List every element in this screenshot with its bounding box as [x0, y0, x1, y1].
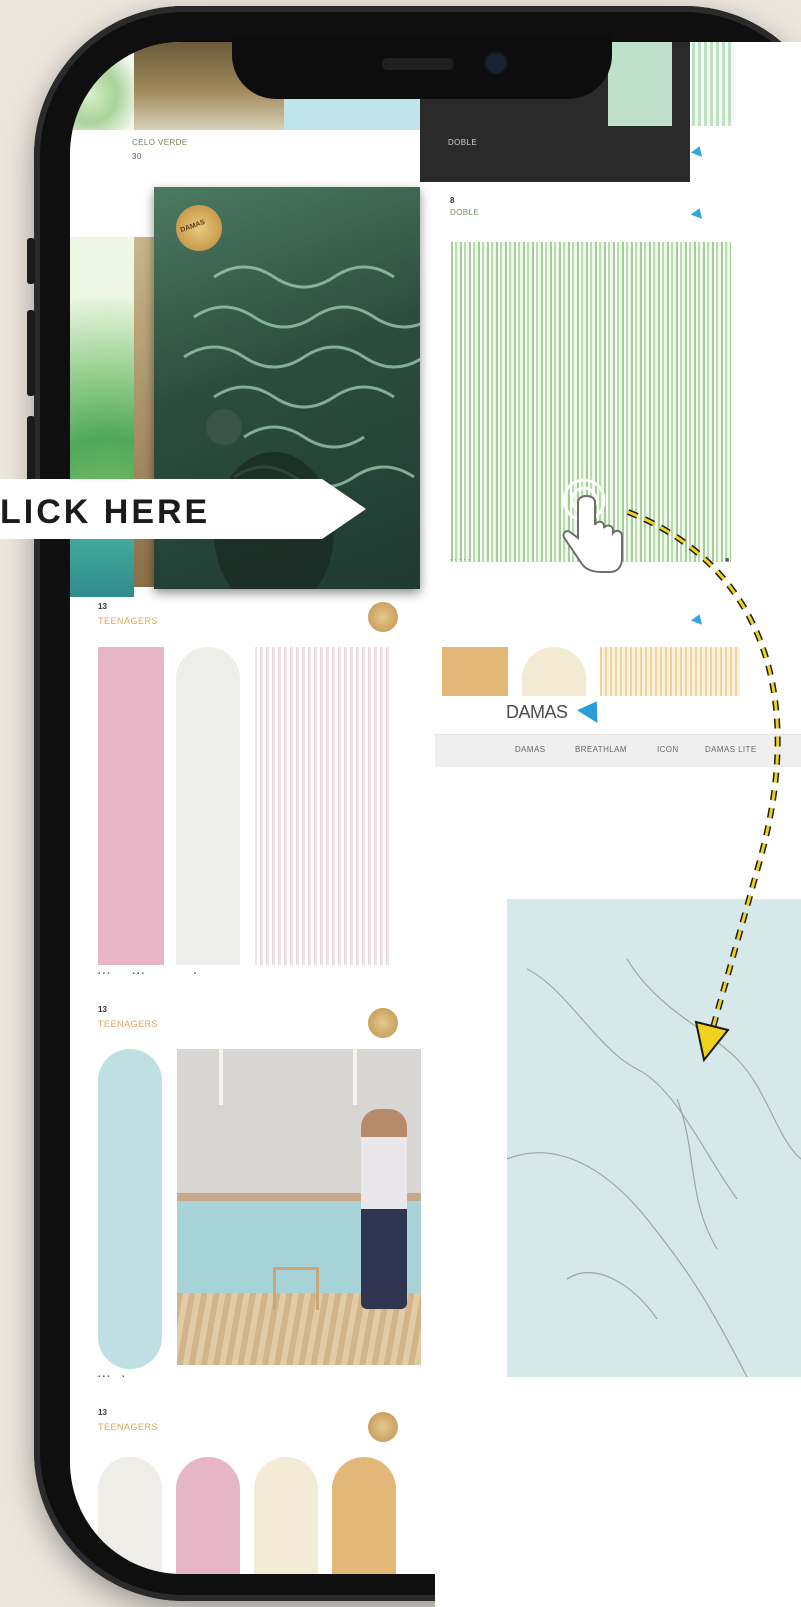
pendant-lamp	[353, 1049, 357, 1105]
brand-mark-top	[690, 144, 706, 157]
green-bubble-strip	[70, 42, 134, 130]
series-one-codes: ▪ ▪ ▪ ▪ ▪ ▪ ▪	[98, 971, 197, 977]
ivory-arch-swatch[interactable]	[98, 1457, 162, 1574]
pink-panel-swatch[interactable]	[98, 647, 164, 965]
phone-notch	[232, 35, 612, 99]
gold-seal-icon	[368, 602, 398, 632]
gold-seal-icon	[368, 1008, 398, 1038]
kitchen-person	[361, 1109, 407, 1309]
brand-mark-stripe	[690, 206, 706, 219]
pink-arch-swatch[interactable]	[176, 1457, 240, 1574]
stripe-swatch-code: · · · · ·	[450, 557, 471, 563]
series-two-index: 13	[98, 1005, 107, 1014]
gold-arch-swatch[interactable]	[332, 1457, 396, 1574]
sticker-text: DAMAS	[179, 218, 207, 235]
kitchen-photo[interactable]	[177, 1049, 421, 1365]
series-three-index: 13	[98, 1408, 107, 1417]
gold-seal-icon	[368, 1412, 398, 1442]
stripe-tile-caption: DOBLE	[450, 208, 480, 217]
dashed-arrow	[626, 509, 781, 1063]
arrow-head-icon	[694, 1020, 730, 1063]
click-here-banner[interactable]: LICK HERE	[0, 479, 366, 539]
series-two-label: TEENAGERS	[98, 1019, 159, 1029]
damas-logo[interactable]: DAMAS	[506, 695, 607, 723]
vintage-stamp-sticker: DAMAS	[176, 205, 222, 251]
mint-square-swatch	[608, 42, 672, 126]
ivory-pill-swatch[interactable]	[176, 647, 240, 965]
series-three-label: TEENAGERS	[98, 1422, 159, 1432]
phone-side-button	[27, 238, 35, 284]
pink-stripe-swatch[interactable]	[255, 647, 392, 965]
series-one-index: 13	[98, 602, 107, 611]
series-one-label: TEENAGERS	[98, 616, 159, 626]
stripe-swatch-top	[692, 42, 734, 126]
stripe-tile-index: 8	[450, 196, 455, 205]
top-left-index: 30	[132, 152, 142, 161]
blue-pill-swatch[interactable]	[98, 1049, 162, 1369]
dark-tile-caption: DOBLE	[448, 138, 478, 147]
hand-pointer-icon	[562, 478, 623, 573]
kitchen-stool	[273, 1267, 319, 1310]
damas-logo-text: DAMAS	[506, 702, 568, 722]
blue-pill-code: ▪ ▪ ▪ ▪	[98, 1374, 125, 1380]
phone-volume-up-button	[27, 310, 35, 396]
nav-item-damas[interactable]: DAMAS	[515, 745, 545, 754]
cream-arch-swatch[interactable]	[522, 647, 586, 699]
gold-square-swatch[interactable]	[442, 647, 508, 699]
front-camera	[486, 53, 506, 73]
cream-arch-swatch[interactable]	[254, 1457, 318, 1574]
click-here-text: LICK HERE	[0, 493, 211, 531]
earpiece-speaker	[382, 58, 454, 70]
top-left-caption: CELO VERDE	[132, 138, 188, 147]
pendant-lamp	[219, 1049, 223, 1105]
